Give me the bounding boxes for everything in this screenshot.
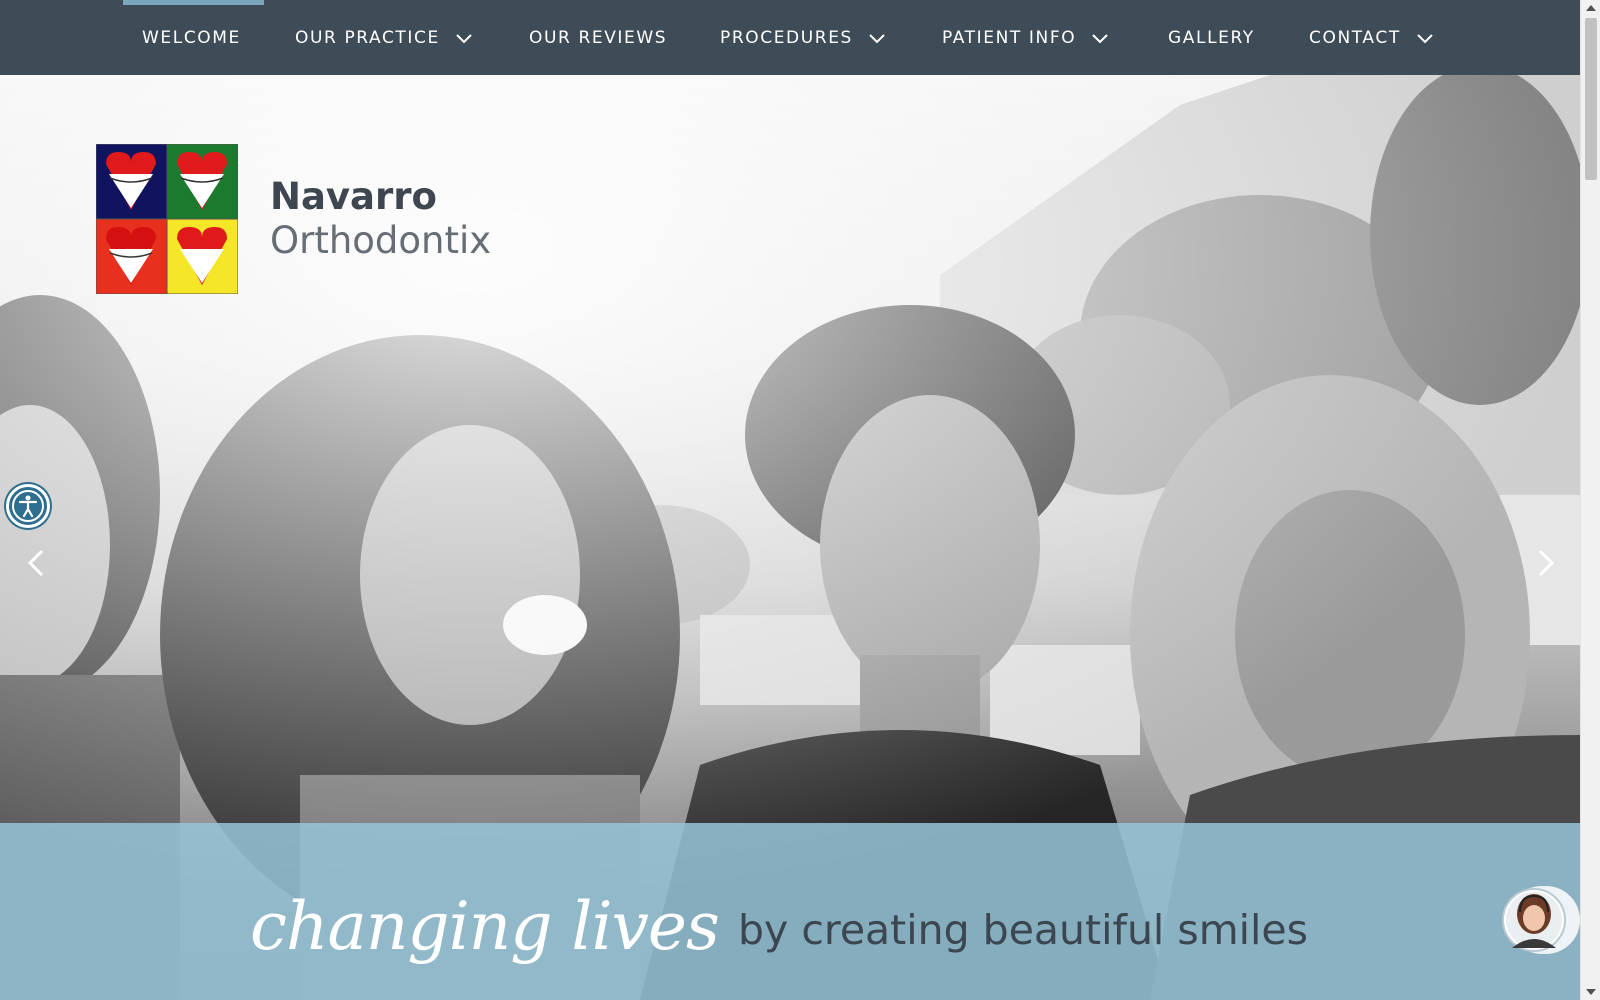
nav-item-label: OUR PRACTICE [295,28,440,48]
accessibility-button[interactable] [6,484,50,528]
nav-item-label: CONTACT [1309,28,1401,48]
chevron-left-icon [27,549,44,577]
tagline-script: changing lives [250,888,720,965]
nav-item-label: OUR REVIEWS [529,28,668,48]
chat-widget-button[interactable] [1500,882,1580,958]
nav-item-label: GALLERY [1168,28,1255,48]
chevron-down-icon [867,31,887,45]
nav-item-procedures[interactable]: PROCEDURES [720,26,887,50]
practice-name: Navarro Orthodontix [270,175,491,263]
practice-name-line2: Orthodontix [270,219,492,262]
chat-agent-avatar-icon [1502,886,1580,954]
nav-item-contact[interactable]: CONTACT [1309,26,1435,50]
chevron-right-icon [1538,549,1555,577]
tagline-text: by creating beautiful smiles [738,906,1309,954]
hero-slider: Navarro Orthodontix [0,75,1580,1000]
scroll-up-arrow-icon[interactable] [1586,5,1596,11]
nav-item-gallery[interactable]: GALLERY [1168,26,1255,50]
page-scrollbar[interactable] [1580,0,1600,1000]
nav-item-patient-info[interactable]: PATIENT INFO [942,26,1110,50]
nav-item-label: PATIENT INFO [942,28,1077,48]
scroll-thumb[interactable] [1585,18,1597,180]
nav-item-label: PROCEDURES [720,28,853,48]
accessibility-icon [12,490,44,522]
chevron-down-icon [1090,31,1110,45]
chevron-down-icon [1415,31,1435,45]
chevron-down-icon [454,31,474,45]
nav-item-label: WELCOME [142,28,241,48]
scroll-down-arrow-icon[interactable] [1586,989,1596,995]
practice-logo [96,144,238,294]
nav-item-our-practice[interactable]: OUR PRACTICE [295,26,474,50]
practice-name-line1: Navarro [270,175,437,218]
slider-next-button[interactable] [1530,545,1560,581]
slider-prev-button[interactable] [22,545,52,581]
nav-item-welcome[interactable]: WELCOME [142,26,241,50]
nav-active-indicator [123,0,264,5]
nav-item-our-reviews[interactable]: OUR REVIEWS [529,26,667,50]
main-navigation: WELCOME OUR PRACTICE OUR REVIEWS PROCEDU… [0,0,1580,75]
